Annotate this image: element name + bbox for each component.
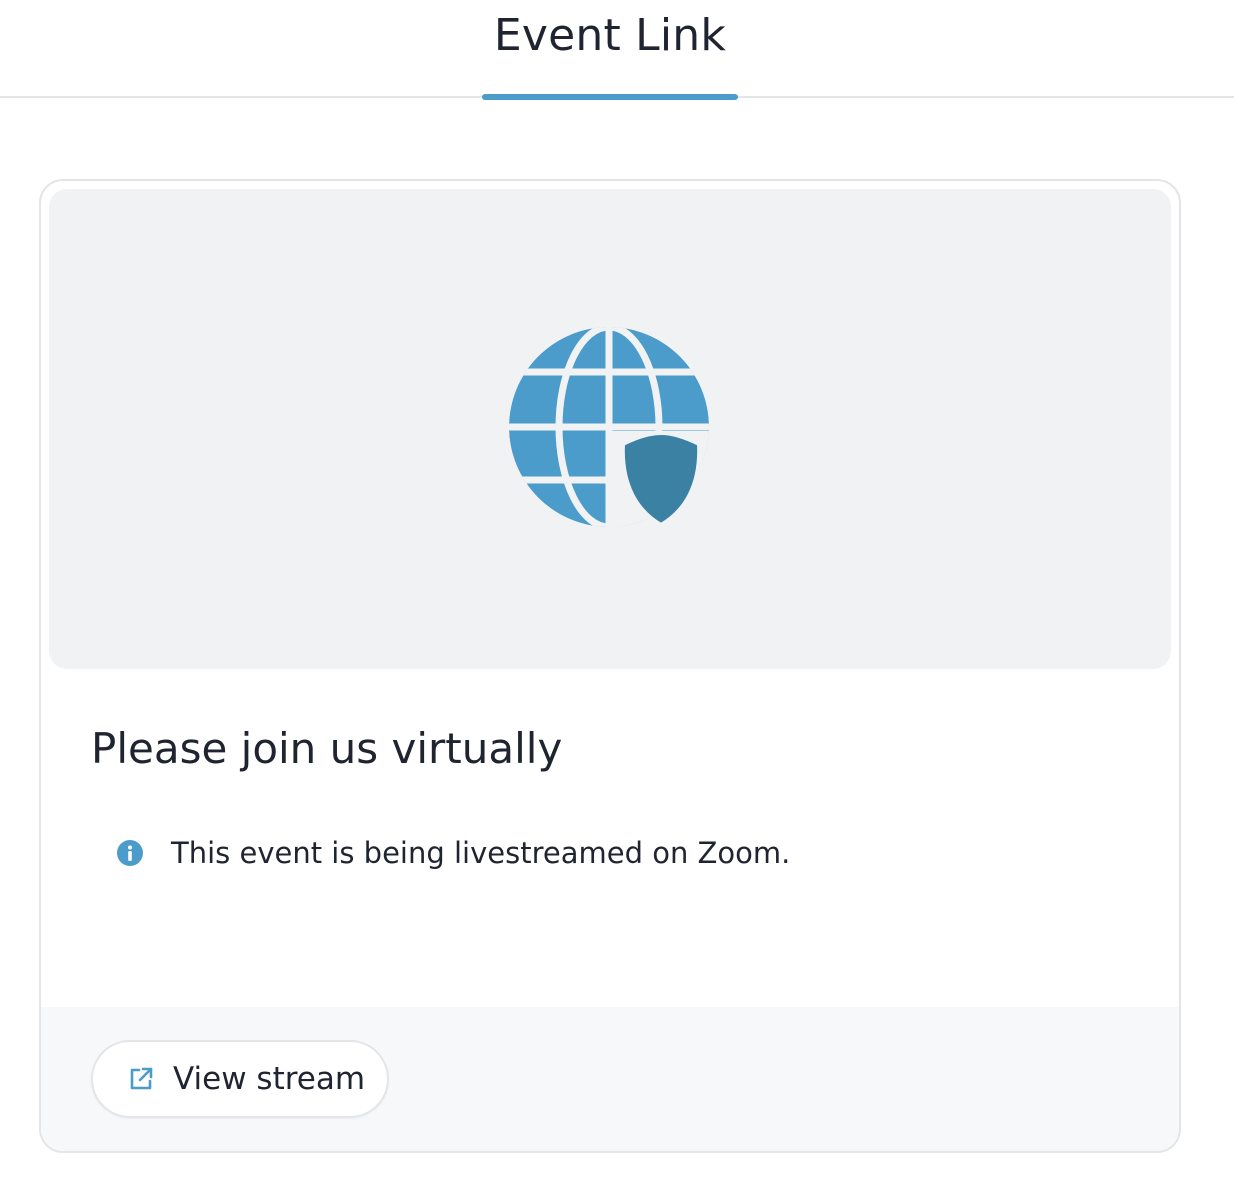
tab-event-link[interactable]: Event Link [482, 0, 738, 100]
event-link-card: Please join us virtually This event is b… [39, 179, 1181, 1153]
view-stream-label: View stream [173, 1061, 366, 1097]
info-text: This event is being livestreamed on Zoom… [171, 836, 791, 870]
tab-bar: Event Link [0, 0, 1234, 100]
info-circle-icon [117, 840, 143, 866]
active-tab-indicator [482, 94, 738, 100]
tab-label: Event Link [493, 10, 727, 61]
info-row: This event is being livestreamed on Zoom… [116, 835, 790, 871]
external-link-icon [130, 1067, 153, 1090]
card-title: Please join us virtually [91, 724, 563, 773]
view-stream-button[interactable]: View stream [91, 1040, 389, 1118]
globe-shield-icon [509, 327, 709, 528]
hero-banner [49, 189, 1171, 669]
card-footer: View stream [41, 1007, 1179, 1151]
